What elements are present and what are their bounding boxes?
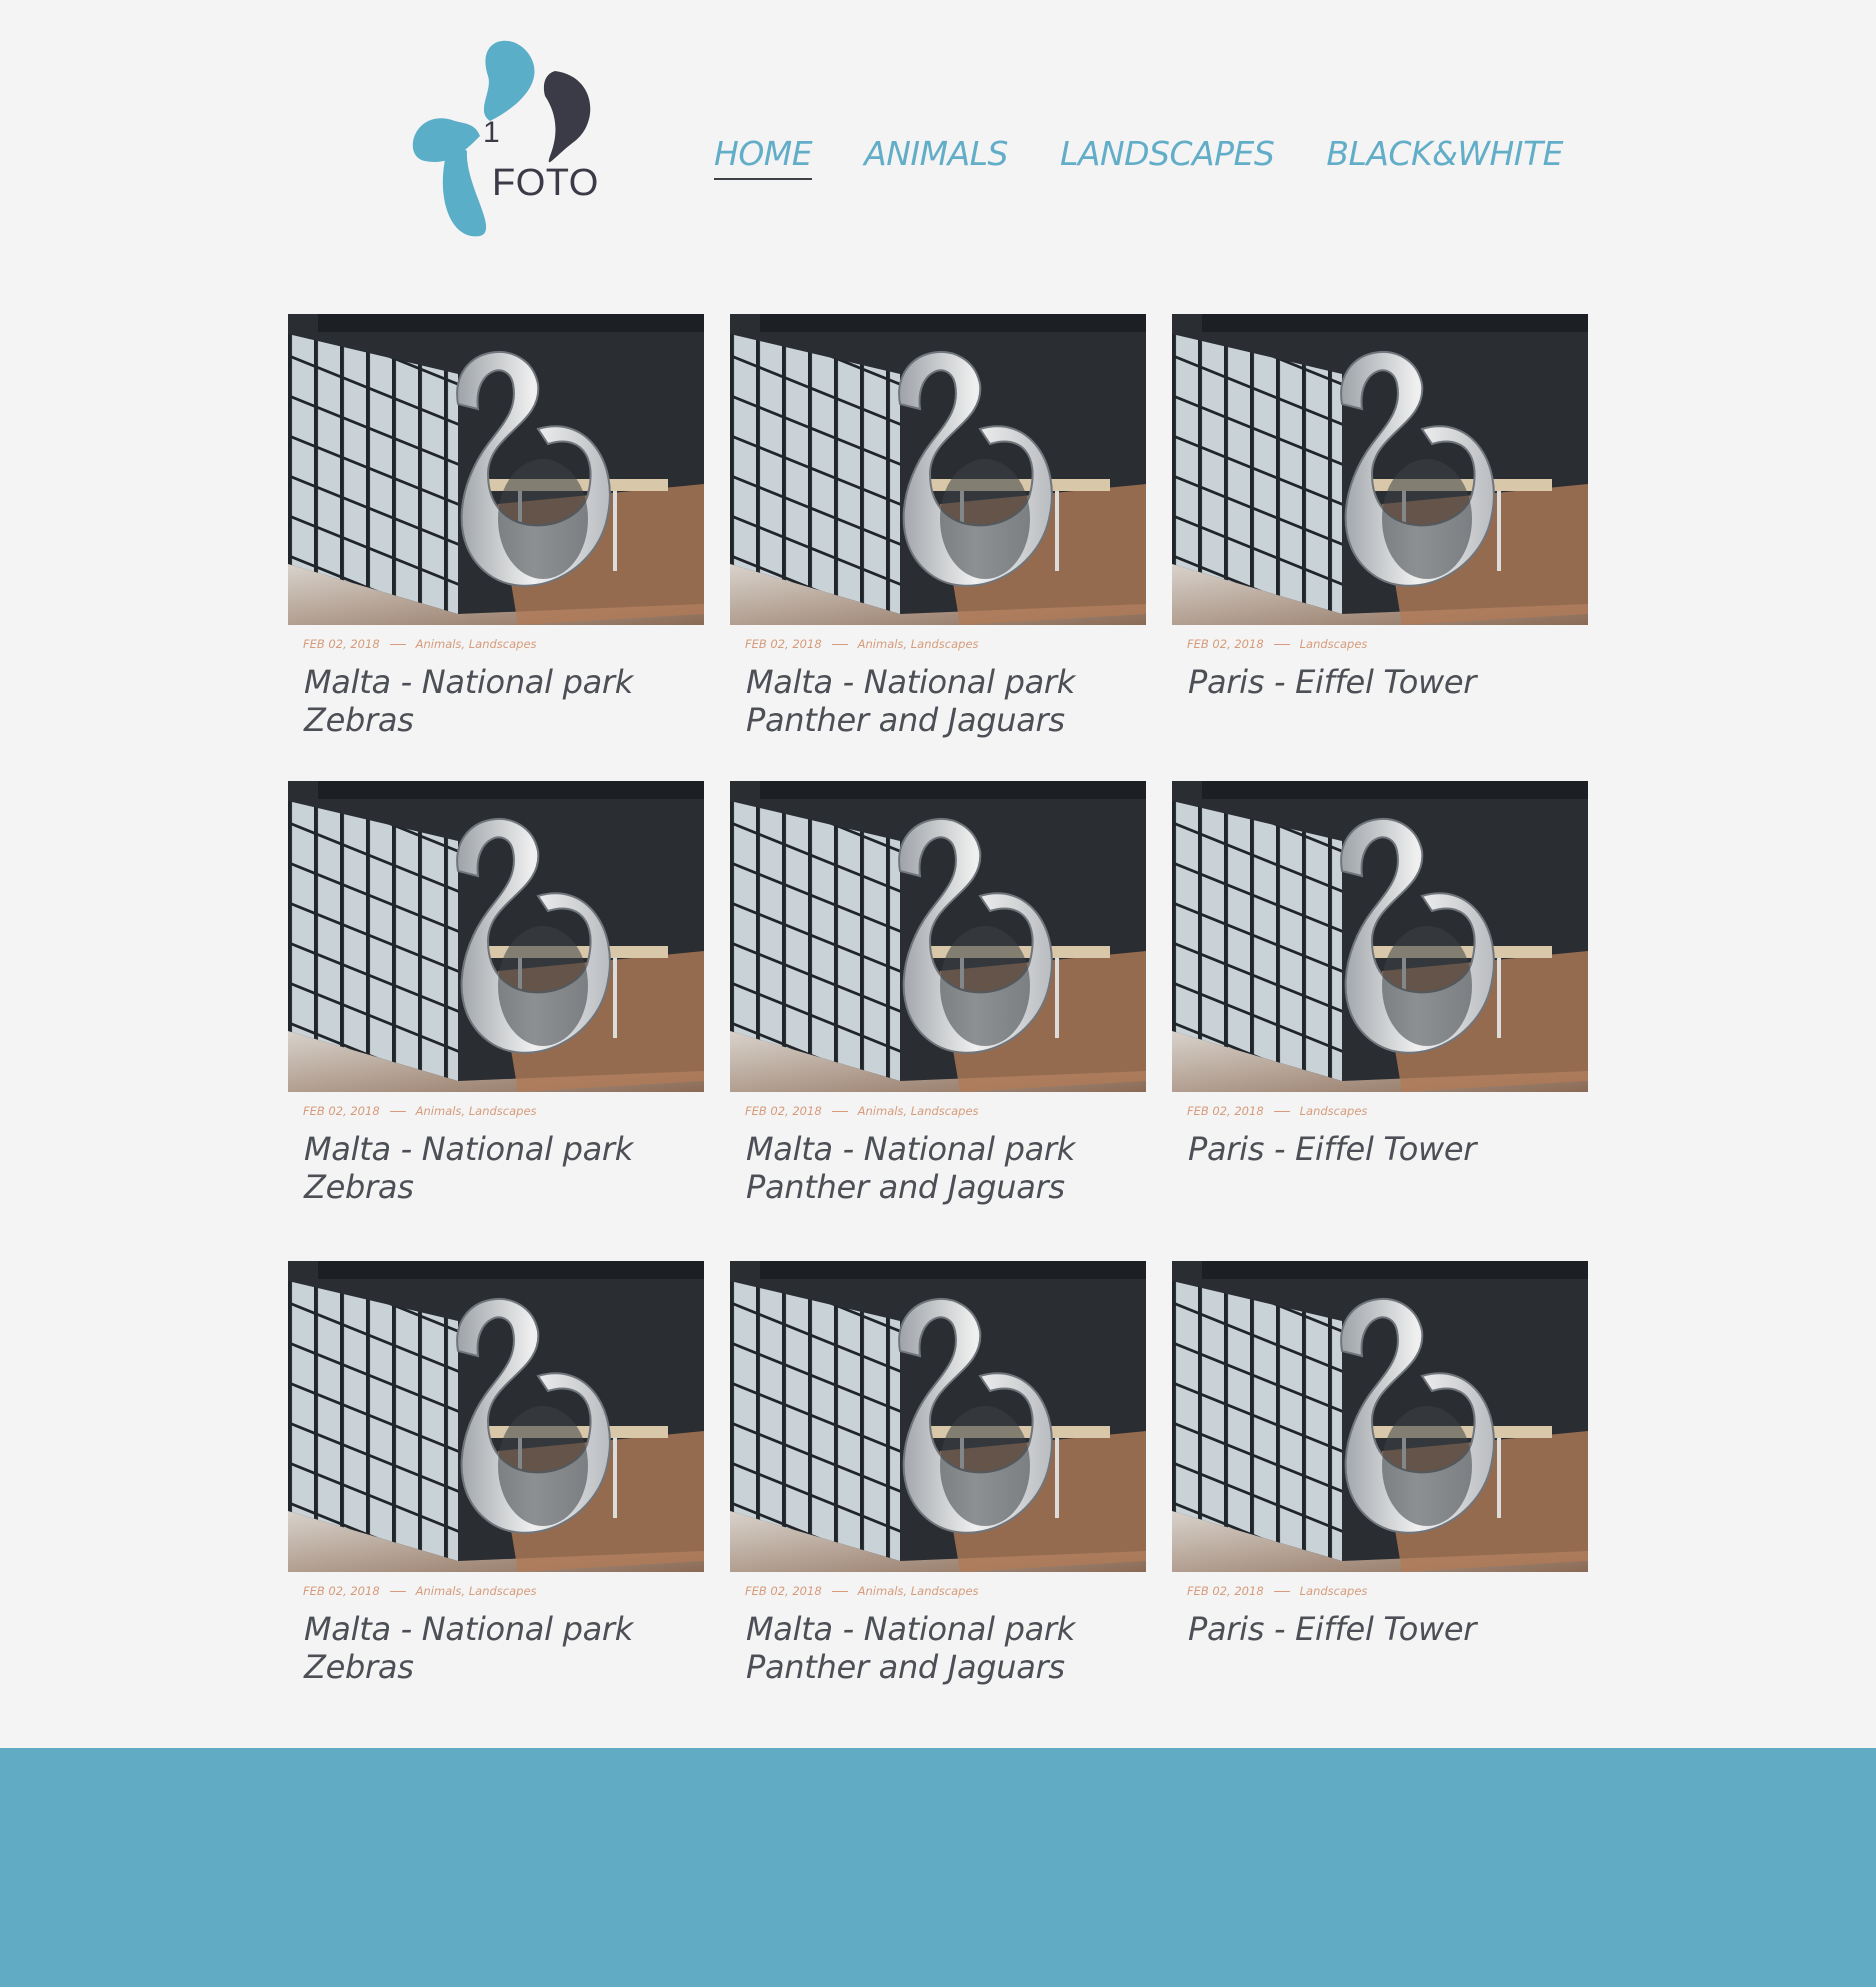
post-meta: FEB 02, 2018 Animals, Landscapes [303, 1584, 704, 1598]
post-title[interactable]: Malta - National park Zebras [304, 1610, 694, 1686]
post-image[interactable] [1172, 314, 1588, 625]
post-title[interactable]: Malta - National park Zebras [304, 663, 694, 739]
post-card[interactable]: FEB 02, 2018 Animals, Landscapes Malta - … [730, 1261, 1146, 1701]
post-tags[interactable]: Landscapes [1300, 1104, 1368, 1118]
meta-divider [831, 1591, 848, 1592]
post-card[interactable]: FEB 02, 2018 Landscapes Paris - Eiffel To… [1172, 314, 1588, 781]
post-meta: FEB 02, 2018 Landscapes [1187, 1104, 1588, 1118]
post-image[interactable] [730, 781, 1146, 1092]
post-date: FEB 02, 2018 [1187, 1584, 1264, 1598]
nav-black-white[interactable]: BLACK&WHITE [1326, 134, 1563, 180]
meta-divider [389, 1111, 406, 1112]
post-image[interactable] [730, 314, 1146, 625]
post-date: FEB 02, 2018 [745, 637, 822, 651]
post-tags[interactable]: Animals, Landscapes [416, 637, 537, 651]
post-meta: FEB 02, 2018 Animals, Landscapes [303, 1104, 704, 1118]
post-image[interactable] [1172, 1261, 1588, 1572]
meta-divider [1273, 1111, 1290, 1112]
meta-divider [389, 644, 406, 645]
logo-wordmark: FOTO [492, 162, 599, 204]
site-footer [0, 1748, 1876, 1987]
nav-home[interactable]: HOME [714, 134, 813, 180]
post-card[interactable]: FEB 02, 2018 Animals, Landscapes Malta - … [730, 314, 1146, 781]
post-date: FEB 02, 2018 [1187, 1104, 1264, 1118]
post-title[interactable]: Malta - National park Panther and Jaguar… [746, 663, 1136, 739]
post-card[interactable]: FEB 02, 2018 Landscapes Paris - Eiffel To… [1172, 781, 1588, 1261]
post-meta: FEB 02, 2018 Landscapes [1187, 637, 1588, 651]
site-logo[interactable]: 1 FOTO [395, 36, 605, 242]
post-tags[interactable]: Landscapes [1300, 637, 1368, 651]
post-card[interactable]: FEB 02, 2018 Landscapes Paris - Eiffel To… [1172, 1261, 1588, 1701]
post-title[interactable]: Malta - National park Panther and Jaguar… [746, 1610, 1136, 1686]
post-title[interactable]: Malta - National park Panther and Jaguar… [746, 1130, 1136, 1206]
post-title[interactable]: Paris - Eiffel Tower [1188, 663, 1578, 701]
post-tags[interactable]: Animals, Landscapes [858, 1104, 979, 1118]
post-date: FEB 02, 2018 [303, 1104, 380, 1118]
nav-animals[interactable]: ANIMALS [864, 134, 1008, 180]
logo-number: 1 [483, 116, 500, 149]
post-image[interactable] [288, 1261, 704, 1572]
post-image[interactable] [1172, 781, 1588, 1092]
post-card[interactable]: FEB 02, 2018 Animals, Landscapes Malta - … [288, 314, 704, 781]
post-tags[interactable]: Animals, Landscapes [858, 1584, 979, 1598]
post-tags[interactable]: Landscapes [1300, 1584, 1368, 1598]
site-header: 1 FOTO HOME ANIMALS LANDSCAPES BLACK&WHI… [0, 0, 1876, 260]
aperture-logo-icon [412, 40, 591, 237]
post-meta: FEB 02, 2018 Animals, Landscapes [745, 1584, 1146, 1598]
post-title[interactable]: Malta - National park Zebras [304, 1130, 694, 1206]
post-meta: FEB 02, 2018 Animals, Landscapes [745, 1104, 1146, 1118]
post-card[interactable]: FEB 02, 2018 Animals, Landscapes Malta - … [288, 781, 704, 1261]
post-meta: FEB 02, 2018 Animals, Landscapes [745, 637, 1146, 651]
post-grid: FEB 02, 2018 Animals, Landscapes Malta - … [288, 314, 1588, 1701]
post-meta: FEB 02, 2018 Landscapes [1187, 1584, 1588, 1598]
post-date: FEB 02, 2018 [745, 1584, 822, 1598]
meta-divider [831, 1111, 848, 1112]
post-card[interactable]: FEB 02, 2018 Animals, Landscapes Malta - … [288, 1261, 704, 1701]
post-card[interactable]: FEB 02, 2018 Animals, Landscapes Malta - … [730, 781, 1146, 1261]
post-image[interactable] [730, 1261, 1146, 1572]
meta-divider [831, 644, 848, 645]
post-title[interactable]: Paris - Eiffel Tower [1188, 1130, 1578, 1168]
nav-landscapes[interactable]: LANDSCAPES [1060, 134, 1275, 180]
post-tags[interactable]: Animals, Landscapes [858, 637, 979, 651]
post-meta: FEB 02, 2018 Animals, Landscapes [303, 637, 704, 651]
main-nav: HOME ANIMALS LANDSCAPES BLACK&WHITE [714, 134, 1564, 180]
post-date: FEB 02, 2018 [303, 1584, 380, 1598]
meta-divider [1273, 1591, 1290, 1592]
post-tags[interactable]: Animals, Landscapes [416, 1104, 537, 1118]
post-image[interactable] [288, 314, 704, 625]
post-tags[interactable]: Animals, Landscapes [416, 1584, 537, 1598]
post-title[interactable]: Paris - Eiffel Tower [1188, 1610, 1578, 1648]
meta-divider [1273, 644, 1290, 645]
post-date: FEB 02, 2018 [1187, 637, 1264, 651]
meta-divider [389, 1591, 406, 1592]
post-date: FEB 02, 2018 [303, 637, 380, 651]
post-date: FEB 02, 2018 [745, 1104, 822, 1118]
post-image[interactable] [288, 781, 704, 1092]
